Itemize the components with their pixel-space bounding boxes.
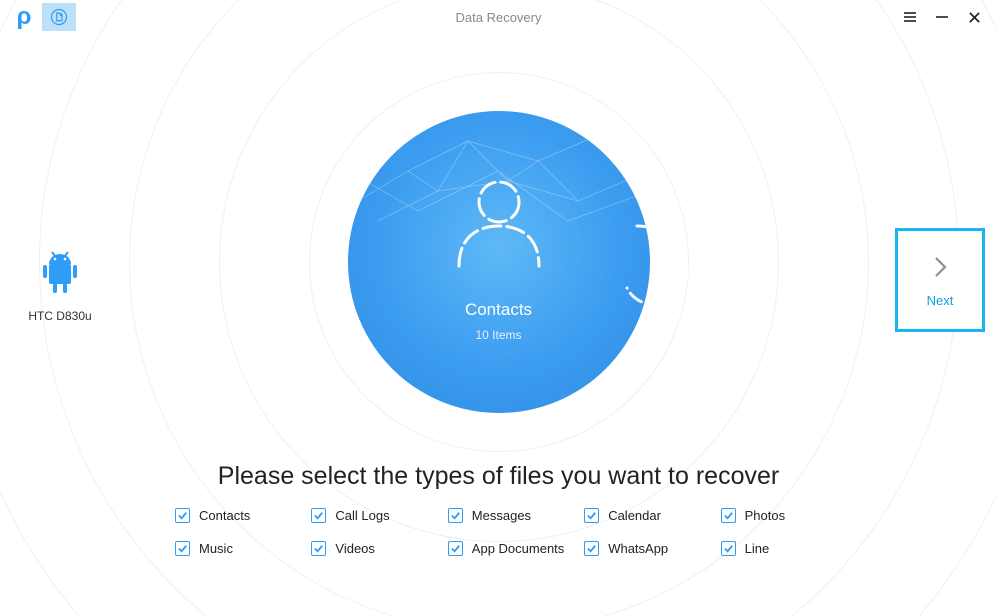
file-type-option-photos[interactable]: Photos [721,508,857,523]
file-type-label: App Documents [472,541,565,556]
checkbox [584,541,599,556]
check-icon [723,510,734,521]
file-type-option-line[interactable]: Line [721,541,857,556]
file-type-label: Contacts [199,508,250,523]
checkbox [448,508,463,523]
checkbox [448,541,463,556]
check-icon [313,510,324,521]
file-type-label: Messages [472,508,531,523]
minimize-button[interactable] [933,8,951,26]
mesh-decoration [348,111,650,413]
check-icon [723,543,734,554]
checkbox [721,508,736,523]
file-type-label: Videos [335,541,375,556]
check-icon [313,543,324,554]
next-button-label: Next [927,293,954,308]
instruction-text: Please select the types of files you wan… [0,462,997,491]
file-type-option-calendar[interactable]: Calendar [584,508,720,523]
android-icon [40,250,80,296]
file-type-label: WhatsApp [608,541,668,556]
category-preview-circle: Contacts 10 Items [348,111,650,413]
checkbox [584,508,599,523]
checkbox [311,508,326,523]
file-type-grid: Contacts Call Logs Messages Calendar Pho… [175,508,857,556]
file-type-option-app-documents[interactable]: App Documents [448,541,584,556]
window-title: Data Recovery [0,10,997,25]
check-icon [586,543,597,554]
title-bar: ρ Data Recovery [0,0,997,34]
close-icon [968,11,981,24]
file-type-option-call-logs[interactable]: Call Logs [311,508,447,523]
file-type-label: Music [199,541,233,556]
checkbox [175,541,190,556]
logo-icon: ρ [17,3,32,31]
file-type-option-videos[interactable]: Videos [311,541,447,556]
file-type-option-music[interactable]: Music [175,541,311,556]
close-button[interactable] [965,8,983,26]
checkbox [175,508,190,523]
next-category-peek-icon [607,216,697,308]
check-icon [177,510,188,521]
file-type-option-messages[interactable]: Messages [448,508,584,523]
check-icon [450,510,461,521]
file-type-option-contacts[interactable]: Contacts [175,508,311,523]
file-type-option-whatsapp[interactable]: WhatsApp [584,541,720,556]
check-icon [586,510,597,521]
device-name-label: HTC D830u [20,309,100,323]
minimize-icon [935,10,949,24]
file-type-label: Line [745,541,770,556]
checkbox [311,541,326,556]
check-icon [177,543,188,554]
app-logo[interactable]: ρ [8,3,40,31]
file-type-label: Calendar [608,508,661,523]
hamburger-icon [903,10,917,24]
chevron-right-icon [926,253,954,281]
connected-device: HTC D830u [20,250,100,323]
data-recovery-tool-button[interactable] [42,3,76,31]
menu-button[interactable] [901,8,919,26]
check-icon [450,543,461,554]
next-button[interactable]: Next [895,228,985,332]
document-restore-icon [50,8,68,26]
checkbox [721,541,736,556]
file-type-label: Call Logs [335,508,389,523]
file-type-label: Photos [745,508,785,523]
